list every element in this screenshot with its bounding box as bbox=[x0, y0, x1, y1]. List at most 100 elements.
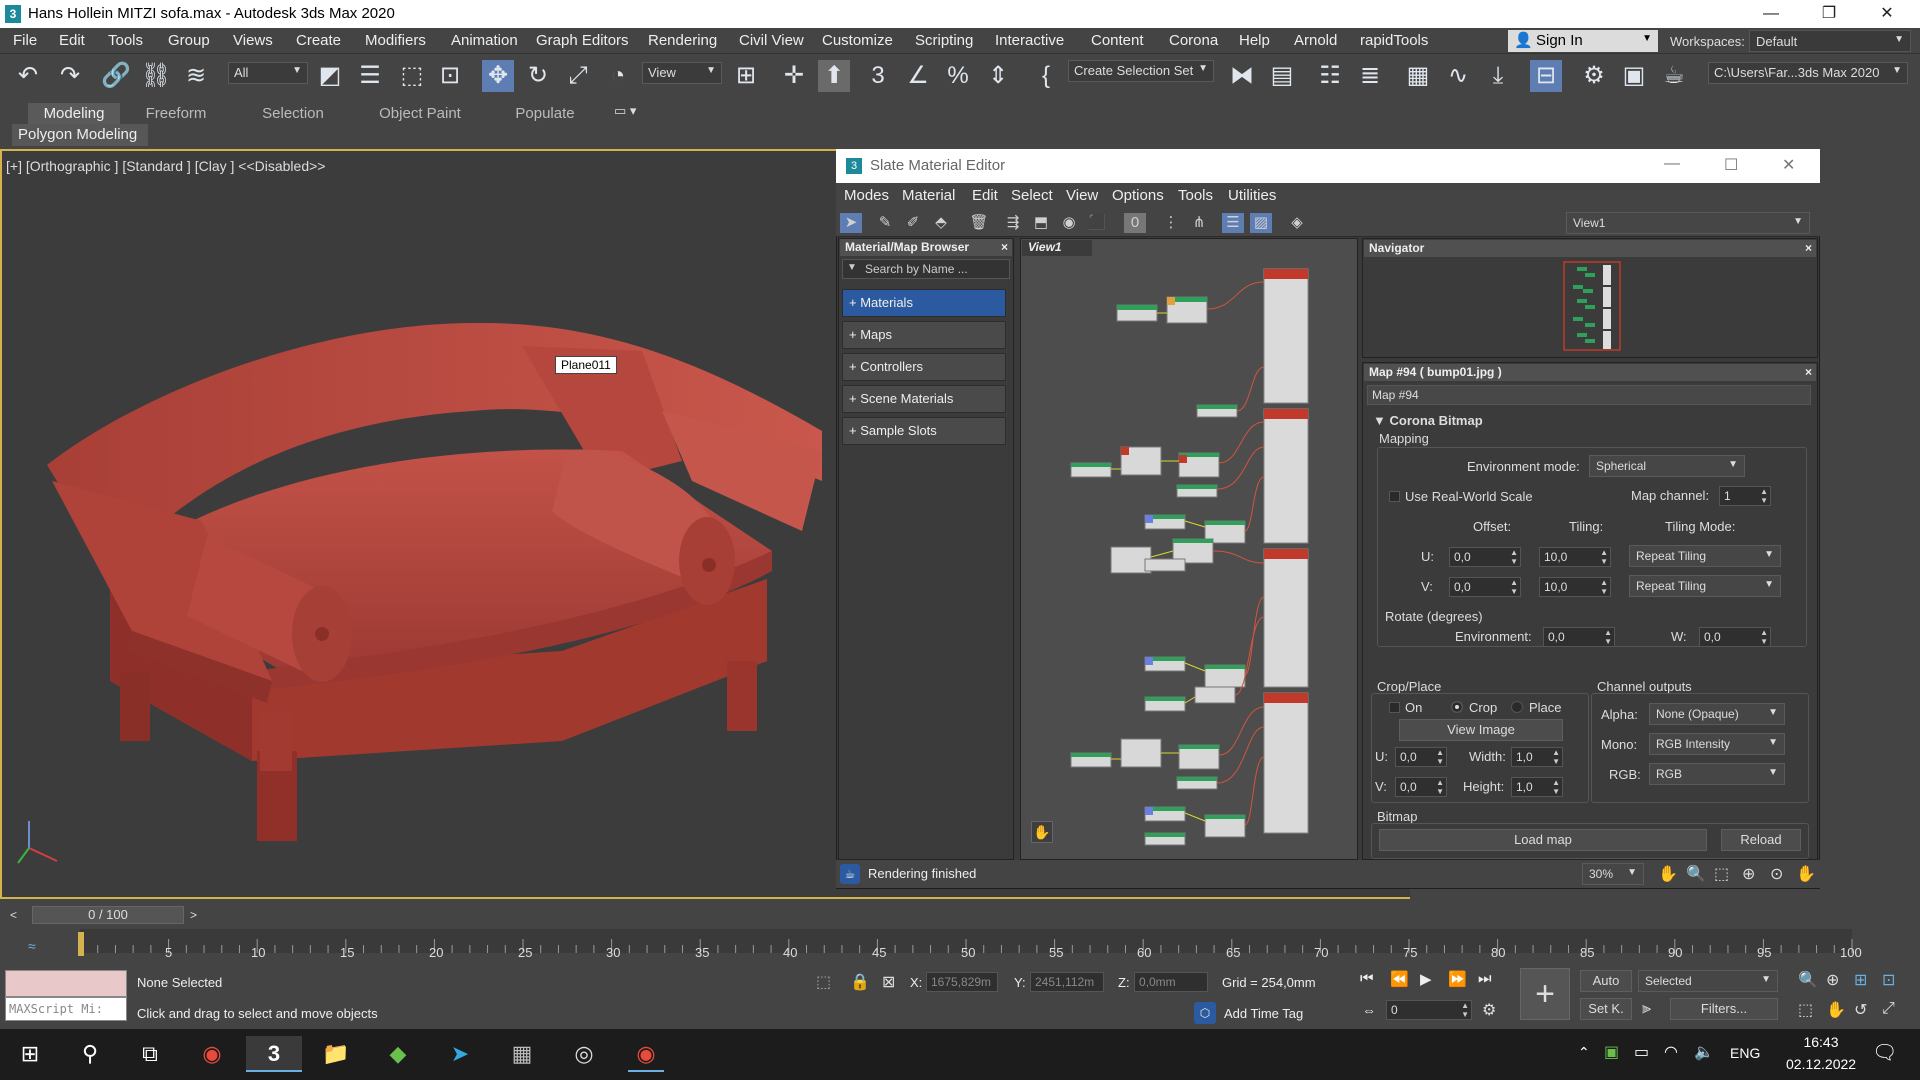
hide-unused-icon[interactable]: ⬒ bbox=[1030, 213, 1052, 233]
pick-material-icon[interactable]: ✎ bbox=[874, 213, 896, 233]
play-icon[interactable]: ▶ bbox=[1420, 970, 1432, 988]
keyboard-shortcut-override-icon[interactable]: ⬆ bbox=[818, 60, 850, 92]
render-teapot-icon[interactable]: ☕ bbox=[840, 864, 860, 884]
curve-editor-toggle-icon[interactable]: ≈ bbox=[28, 938, 36, 954]
pan-hand-icon[interactable]: ✋ bbox=[1031, 821, 1053, 843]
select-and-move-icon[interactable]: ✥ bbox=[482, 60, 514, 92]
tab-freeform[interactable]: Freeform bbox=[132, 103, 220, 124]
select-by-name-icon[interactable]: ☰ bbox=[354, 60, 386, 92]
spinner-icon[interactable]: ▲ ▼ bbox=[1760, 487, 1768, 505]
add-time-tag-button[interactable]: Add Time Tag bbox=[1224, 1006, 1303, 1021]
pivot-center-icon[interactable]: ⊞ bbox=[730, 60, 762, 92]
menu-scripting[interactable]: Scripting bbox=[915, 32, 973, 49]
close-button[interactable]: ✕ bbox=[1858, 0, 1916, 28]
tray-app-icon[interactable]: ▣ bbox=[1604, 1042, 1619, 1062]
select-and-place-icon[interactable]: ◔ bbox=[602, 60, 634, 92]
browser-search-input[interactable]: ▼ Search by Name ... bbox=[842, 259, 1010, 279]
unlink-icon[interactable]: ⛓ bbox=[140, 60, 172, 92]
put-material-icon[interactable]: ✐ bbox=[902, 213, 924, 233]
go-to-start-icon[interactable]: ⏮ bbox=[1360, 970, 1374, 987]
tab-selection[interactable]: Selection bbox=[248, 103, 338, 124]
menu-modifiers[interactable]: Modifiers bbox=[365, 32, 426, 49]
named-selection-select[interactable]: Create Selection Set ▼ bbox=[1068, 60, 1214, 82]
workspace-select[interactable]: Default ▼ bbox=[1749, 30, 1911, 52]
menu-graph-editors[interactable]: Graph Editors bbox=[536, 32, 629, 49]
layer-explorer-icon[interactable]: ≣ bbox=[1354, 60, 1386, 92]
schematic-view-icon[interactable]: ⊟ bbox=[1530, 60, 1562, 92]
reload-button[interactable]: Reload bbox=[1721, 829, 1801, 851]
show-hidden-icons-icon[interactable]: ⌃ bbox=[1578, 1044, 1590, 1061]
delete-icon[interactable]: 🗑 bbox=[968, 213, 990, 233]
time-slider[interactable]: 0 / 100 bbox=[32, 906, 184, 924]
key-mode-icon[interactable]: ⇔ bbox=[1362, 1002, 1376, 1018]
obs-icon[interactable]: ◎ bbox=[566, 1036, 602, 1072]
crop-radio[interactable] bbox=[1451, 701, 1463, 713]
slate-menu-tools[interactable]: Tools bbox=[1178, 187, 1213, 204]
task-view-icon[interactable]: ⧉ bbox=[132, 1036, 168, 1072]
spinner-icon[interactable]: ▲ ▼ bbox=[1600, 548, 1608, 566]
select-by-material-icon[interactable]: ◈ bbox=[1286, 213, 1308, 233]
show-map-icon[interactable]: ◉ bbox=[1058, 213, 1080, 233]
redo-icon[interactable]: ↷ bbox=[54, 60, 86, 92]
menu-content[interactable]: Content bbox=[1091, 32, 1144, 49]
menu-corona[interactable]: Corona bbox=[1169, 32, 1218, 49]
tab-object-paint[interactable]: Object Paint bbox=[370, 103, 470, 124]
spinner-icon[interactable]: ▲ ▼ bbox=[1510, 578, 1518, 596]
time-tag-icon[interactable]: ⬡ bbox=[1194, 1002, 1216, 1024]
slate-menu-view[interactable]: View bbox=[1066, 187, 1098, 204]
menu-rendering[interactable]: Rendering bbox=[648, 32, 717, 49]
angle-snap-icon[interactable]: ∠ bbox=[902, 60, 934, 92]
view-image-button[interactable]: View Image bbox=[1399, 719, 1563, 741]
sign-in-button[interactable]: 👤 Sign In ▼ bbox=[1508, 30, 1658, 52]
edit-named-selection-icon[interactable]: { bbox=[1030, 60, 1062, 92]
move-children-icon[interactable]: ⇶ bbox=[1002, 213, 1024, 233]
pan-view-icon[interactable]: ✋ bbox=[1826, 1000, 1846, 1020]
maxscript-listener-output[interactable] bbox=[5, 970, 127, 997]
v-offset-field[interactable]: 0,0 ▲ ▼ bbox=[1449, 577, 1521, 597]
file-explorer-icon[interactable]: 📁 bbox=[318, 1036, 354, 1072]
align-icon[interactable]: ▤ bbox=[1266, 60, 1298, 92]
env-mode-select[interactable]: Spherical ▼ bbox=[1589, 455, 1745, 477]
assign-material-icon[interactable]: ⬘ bbox=[930, 213, 952, 233]
rectangular-selection-icon[interactable]: ⬚ bbox=[396, 60, 428, 92]
scene-explorer-icon[interactable]: ☷ bbox=[1314, 60, 1346, 92]
close-button[interactable]: ✕ bbox=[1782, 155, 1795, 175]
manipulate-icon[interactable]: ✛ bbox=[778, 60, 810, 92]
ribbon-options-icon[interactable]: ▭ ▾ bbox=[614, 103, 636, 119]
spinner-icon[interactable]: ▲ ▼ bbox=[1760, 628, 1768, 646]
spinner-icon[interactable]: ▲ ▼ bbox=[1552, 748, 1560, 766]
auto-key-button[interactable]: Auto bbox=[1580, 970, 1632, 992]
spinner-icon[interactable]: ▲ ▼ bbox=[1600, 578, 1608, 596]
rendered-frame-window-icon[interactable]: ▣ bbox=[1618, 60, 1650, 92]
maxscript-mini-listener[interactable]: MAXScript Mi: bbox=[5, 997, 127, 1021]
go-to-end-icon[interactable]: ⏭ bbox=[1478, 970, 1492, 987]
close-icon[interactable]: × bbox=[1805, 364, 1812, 381]
menu-interactive[interactable]: Interactive bbox=[995, 32, 1064, 49]
toggle-ribbon-icon[interactable]: ▦ bbox=[1402, 60, 1434, 92]
select-tool-icon[interactable]: ➤ bbox=[840, 213, 862, 233]
zoom-all-icon[interactable]: ⊕ bbox=[1826, 970, 1839, 990]
slate-menu-utilities[interactable]: Utilities bbox=[1228, 187, 1276, 204]
menu-arnold[interactable]: Arnold bbox=[1294, 32, 1337, 49]
spinner-icon[interactable]: ▲ ▼ bbox=[1552, 778, 1560, 796]
w-rotate-field[interactable]: 0,0 ▲ ▼ bbox=[1699, 627, 1771, 647]
spinner-icon[interactable]: ▲ ▼ bbox=[1461, 1001, 1469, 1019]
volume-icon[interactable]: 🔈 bbox=[1694, 1042, 1714, 1062]
clock-date[interactable]: 02.12.2022 bbox=[1786, 1056, 1856, 1072]
maximize-button[interactable]: ❐ bbox=[1800, 0, 1858, 28]
menu-views[interactable]: Views bbox=[233, 32, 273, 49]
crop-on-checkbox[interactable] bbox=[1389, 702, 1400, 713]
chrome-icon[interactable]: ◉ bbox=[194, 1036, 230, 1072]
select-and-scale-icon[interactable]: ⤢ bbox=[562, 60, 594, 92]
clock-time[interactable]: 16:43 bbox=[1790, 1034, 1852, 1050]
select-and-rotate-icon[interactable]: ↻ bbox=[522, 60, 554, 92]
pan-mode-icon[interactable]: ✋ bbox=[1796, 864, 1816, 884]
current-frame-field[interactable]: 0 ▲ ▼ bbox=[1386, 1000, 1472, 1020]
map-name-field[interactable]: Map #94 bbox=[1367, 385, 1811, 405]
map-channel-field[interactable]: 1 ▲ ▼ bbox=[1719, 486, 1771, 506]
material-map-browser-icon[interactable]: ☰ bbox=[1222, 213, 1244, 233]
menu-create[interactable]: Create bbox=[296, 32, 341, 49]
layout-children-icon[interactable]: ⋔ bbox=[1188, 213, 1210, 233]
set-key-button[interactable]: Set K. bbox=[1580, 998, 1632, 1020]
view-select[interactable]: View1 ▼ bbox=[1566, 212, 1810, 234]
